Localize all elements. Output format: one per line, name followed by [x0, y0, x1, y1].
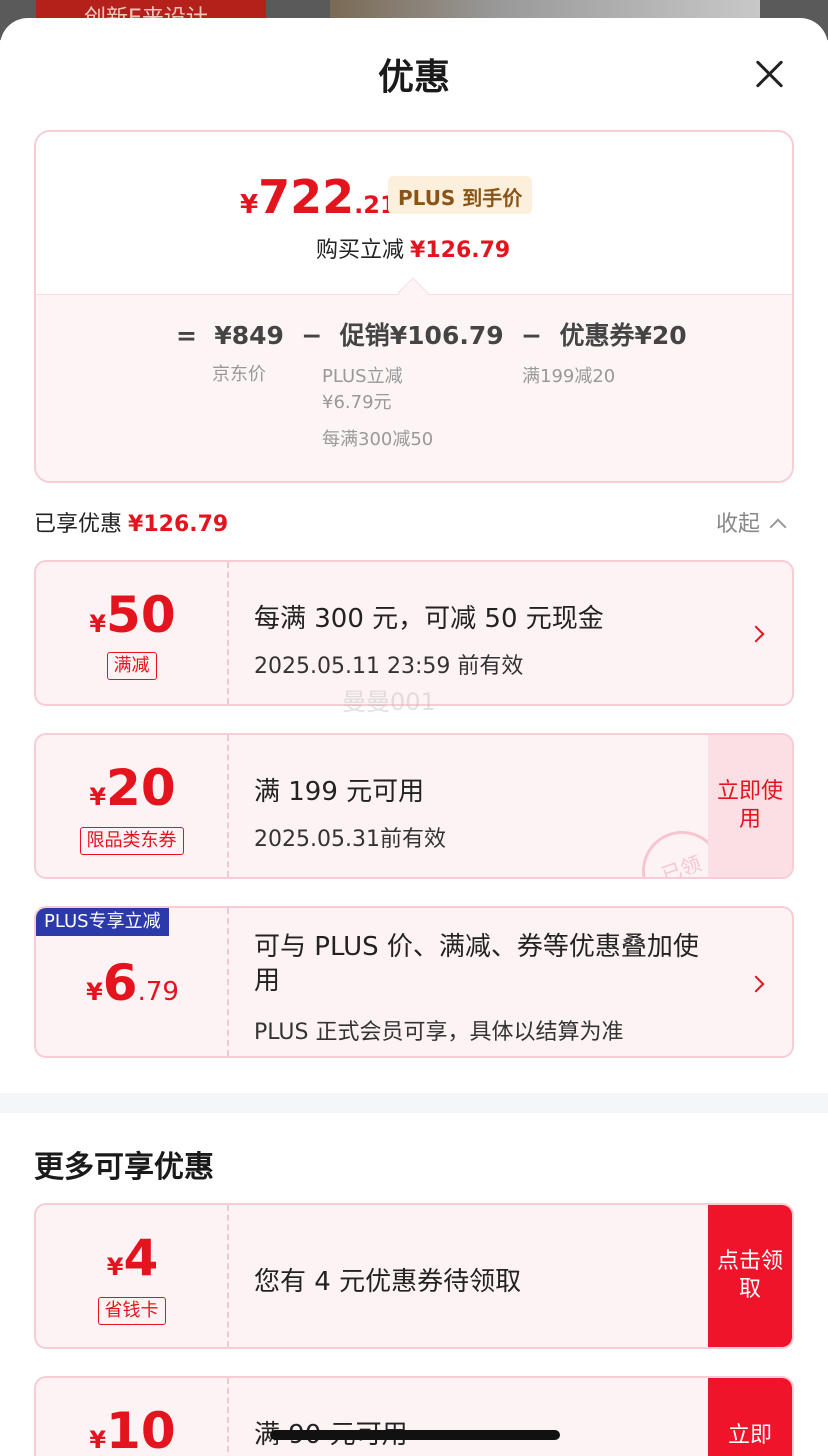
discount-sheet: 优惠 ¥722.21 PLUS 到手价 购买立减 ¥126.79 = ¥849 −… [0, 18, 828, 1456]
plus-exclusive-ribbon: PLUS专享立减 [36, 908, 169, 936]
instant-discount: 购买立减 ¥126.79 [316, 238, 511, 263]
coupon-title: 满 199 元可用 [254, 777, 425, 807]
coupon-validity: 2025.05.11 23:59 前有效 [254, 654, 524, 679]
coupon-type-tag: 限品类东券 [79, 827, 184, 855]
promo-detail-threshold: 每满300减50 [322, 429, 434, 450]
price-summary-card: ¥722.21 PLUS 到手价 购买立减 ¥126.79 = ¥849 − 促销… [34, 130, 794, 483]
coupon-validity: 2025.05.31前有效 [254, 827, 446, 852]
price-formula: = ¥849 − 促销¥106.79 − 优惠券¥20 [176, 321, 687, 350]
coupon-card-saver-card[interactable]: ¥4 省钱卡 您有 4 元优惠券待领取 点击领取 [34, 1203, 794, 1349]
claim-button[interactable]: 点击领取 [708, 1205, 792, 1347]
chevron-right-icon [747, 975, 765, 993]
watermark: 曼曼001 [342, 688, 436, 716]
enjoyed-discount: 已享优惠 ¥126.79 [34, 512, 229, 537]
close-icon[interactable] [748, 52, 792, 96]
coupon-left: ¥10 [36, 1378, 229, 1456]
section-divider [0, 1093, 828, 1113]
coupon-left: ¥20 限品类东券 [36, 735, 229, 877]
promo-detail-plus: PLUS立减 [322, 366, 403, 387]
coupon-note: PLUS 正式会员可享，具体以结算为准 [254, 1020, 624, 1045]
final-price: ¥722.21 [240, 170, 397, 224]
coupon-amount: ¥20 [89, 759, 176, 817]
use-now-button[interactable]: 立即 [708, 1378, 792, 1456]
chevron-up-icon [769, 518, 787, 536]
promo-detail-plus-amount: ¥6.79元 [322, 392, 392, 413]
chevron-right-icon [747, 625, 765, 643]
coupon-amount: ¥50 [89, 586, 176, 644]
sheet-title: 优惠 [377, 57, 450, 98]
plus-price-tag: PLUS 到手价 [388, 176, 533, 214]
coupon-card-threshold[interactable]: ¥10 满 90 元可用 立即 [34, 1376, 794, 1456]
home-indicator[interactable] [270, 1430, 560, 1440]
coupon-amount: ¥4 [106, 1229, 159, 1287]
coupon-left: ¥4 省钱卡 [36, 1205, 229, 1347]
jd-price: ¥849 [214, 321, 284, 350]
coupon-amount: ¥6.79 [86, 954, 179, 1012]
coupon-title: 每满 300 元，可减 50 元现金 [254, 604, 604, 634]
coupon-detail: 满199减20 [522, 366, 616, 387]
coupon-card-category[interactable]: ¥20 限品类东券 满 199 元可用 2025.05.31前有效 已领 立即使… [34, 733, 794, 879]
coupon-card-plus[interactable]: PLUS专享立减 ¥6.79 可与 PLUS 价、满减、券等优惠叠加使用 PLU… [34, 906, 794, 1058]
coupon-left: ¥50 满减 [36, 562, 229, 704]
jd-price-label: 京东价 [212, 364, 266, 385]
coupon-amount: ¥10 [89, 1402, 176, 1456]
coupon-type-tag: 省钱卡 [97, 1297, 166, 1325]
use-now-button[interactable]: 立即使用 [708, 735, 792, 877]
coupon-left: PLUS专享立减 ¥6.79 [36, 908, 229, 1056]
more-discounts-title: 更多可享优惠 [34, 1150, 214, 1185]
coupon-type-tag: 满减 [106, 652, 157, 680]
coupon-title: 您有 4 元优惠券待领取 [254, 1267, 522, 1297]
collapse-button[interactable]: 收起 [716, 506, 787, 538]
promo-amount: 促销¥106.79 [339, 321, 504, 350]
coupon-title: 可与 PLUS 价、满减、券等优惠叠加使用 [254, 932, 699, 996]
coupon-amount: 优惠券¥20 [559, 321, 687, 350]
